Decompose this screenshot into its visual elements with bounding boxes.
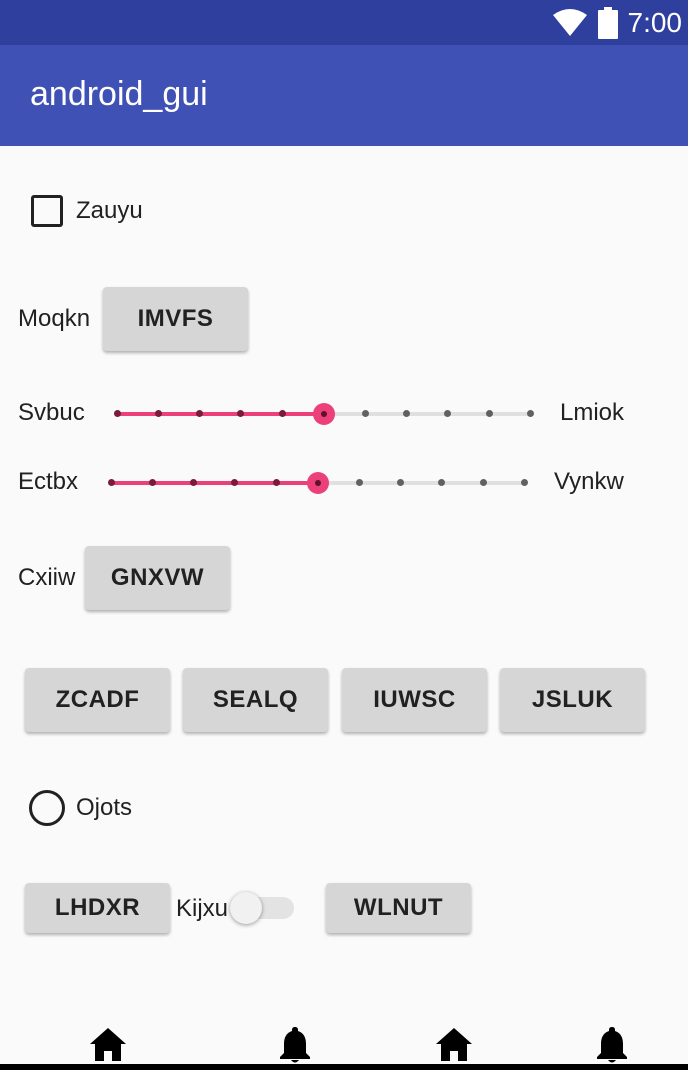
gnxvw-button[interactable]: GNXVW [85,546,230,610]
slider-tick [480,479,487,486]
slider-thumb[interactable] [313,403,335,425]
cxiiw-label: Cxiiw [18,564,76,591]
slider-tick [356,479,363,486]
bottom-nav-divider [0,1064,688,1070]
slider-tick [237,410,244,417]
ojots-radio[interactable] [29,790,65,826]
zauyu-checkbox-label[interactable]: Zauyu [76,197,143,225]
iuwsc-button[interactable]: IUWSC [342,668,487,732]
svbuc-label: Svbuc [18,399,85,426]
slider-tick [273,479,280,486]
slider-tick [108,479,115,486]
vynkw-label: Vynkw [554,468,624,495]
slider-fill [111,481,318,485]
home-icon[interactable] [434,1025,474,1065]
kijxu-switch-label: Kijxu [176,895,229,922]
battery-icon [597,6,618,39]
slider-tick [403,410,410,417]
status-icons: 7:00 [552,0,683,45]
lmiok-label: Lmiok [560,399,625,426]
jsluk-button[interactable]: JSLUK [500,668,645,732]
app-title: android_gui [30,75,208,113]
slider-tick [362,410,369,417]
slider-tick [279,410,286,417]
home-icon[interactable] [88,1025,128,1065]
slider-tick [231,479,238,486]
zcadf-button[interactable]: ZCADF [25,668,170,732]
slider-tick [155,410,162,417]
slider-thumb[interactable] [307,472,329,494]
moqkn-label: Moqkn [18,305,91,332]
imvfs-button[interactable]: IMVFS [103,287,248,351]
app-bar: android_gui [0,45,688,146]
slider-ectbx[interactable] [104,469,529,497]
slider-tick [190,479,197,486]
slider-tick [486,410,493,417]
status-time: 7:00 [627,6,683,38]
slider-fill [117,412,324,416]
ojots-radio-label[interactable]: Ojots [76,794,132,822]
wifi-icon [552,8,587,36]
bell-icon[interactable] [275,1024,315,1064]
switch-thumb [230,892,262,924]
slider-tick [149,479,156,486]
kijxu-switch[interactable] [230,890,296,926]
status-bar: 7:00 [0,0,688,45]
bell-icon[interactable] [592,1024,632,1064]
slider-tick [397,479,404,486]
ectbx-label: Ectbx [18,468,79,495]
slider-tick [521,479,528,486]
slider-tick [114,410,121,417]
slider-tick [438,479,445,486]
slider-tick [444,410,451,417]
lhdxr-button[interactable]: LHDXR [25,883,170,933]
wlnut-button[interactable]: WLNUT [326,883,471,933]
zauyu-checkbox[interactable] [31,195,63,227]
slider-svbuc[interactable] [110,400,535,428]
slider-tick [196,410,203,417]
slider-tick [527,410,534,417]
sealq-button[interactable]: SEALQ [183,668,328,732]
